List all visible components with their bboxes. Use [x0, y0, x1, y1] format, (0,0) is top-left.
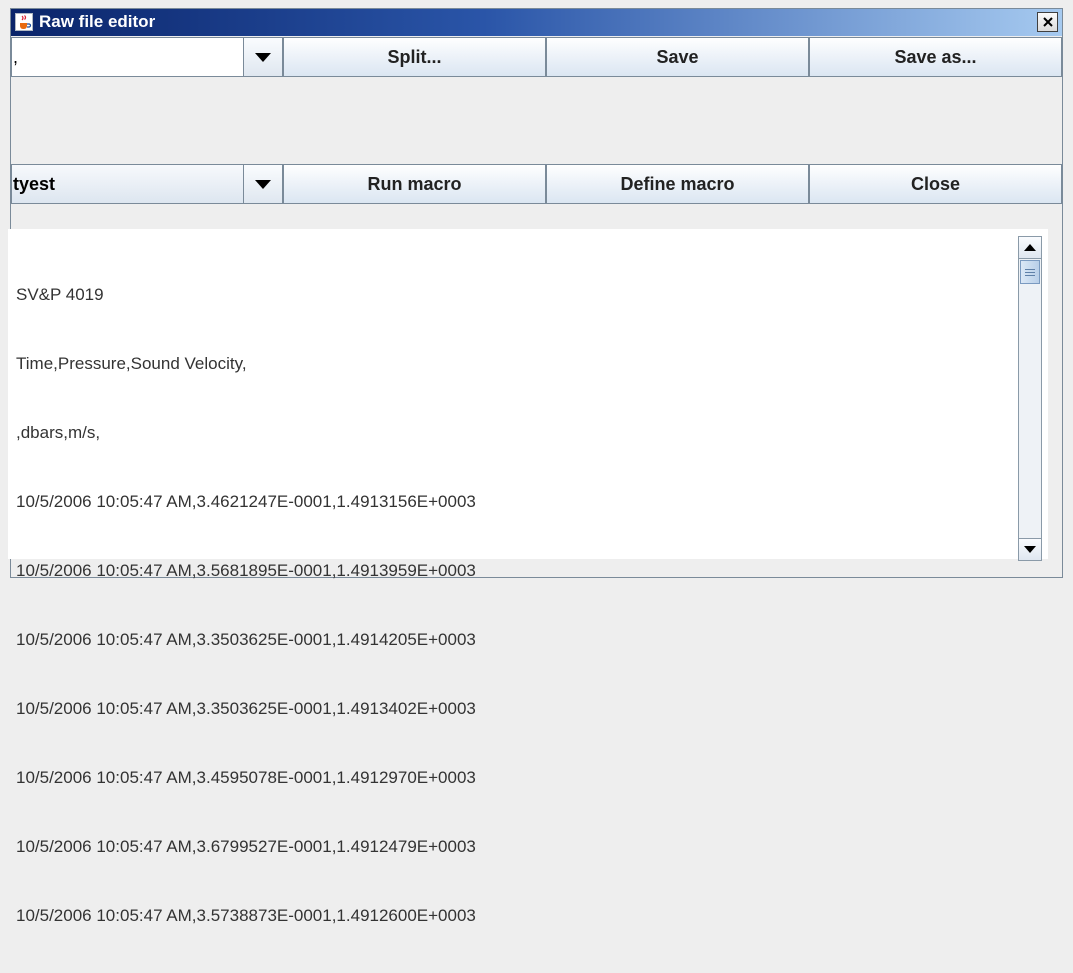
scroll-thumb[interactable]: [1020, 260, 1040, 284]
macro-toolbar: tyest Run macro Define macro Close: [11, 164, 1062, 204]
chevron-down-icon: [255, 52, 271, 62]
editor-line: ,dbars,m/s,: [16, 423, 101, 442]
editor-line: 10/5/2006 10:05:47 AM,3.5738873E-0001,1.…: [16, 906, 476, 925]
grip-line: [1025, 274, 1035, 276]
vertical-scrollbar[interactable]: [1018, 236, 1042, 561]
java-cup-icon: [15, 13, 33, 31]
define-macro-button[interactable]: Define macro: [546, 164, 809, 204]
grip-line: [1025, 271, 1035, 273]
editor-line: 10/5/2006 10:05:47 AM,3.4621247E-0001,1.…: [16, 492, 476, 511]
raw-text-editor[interactable]: SV&P 4019 Time,Pressure,Sound Velocity, …: [8, 229, 1048, 925]
delimiter-dropdown-button[interactable]: [243, 38, 282, 76]
arrow-down-icon: [1024, 546, 1036, 553]
grip-line: [1025, 268, 1035, 270]
title-bar[interactable]: Raw file editor: [11, 9, 1062, 36]
close-button[interactable]: Close: [809, 164, 1062, 204]
editor-line: 10/5/2006 10:05:47 AM,3.5681895E-0001,1.…: [16, 561, 476, 580]
editor-line: SV&P 4019: [16, 285, 104, 304]
editor-line: Time,Pressure,Sound Velocity,: [16, 354, 247, 373]
close-icon: [1042, 17, 1053, 27]
close-window-button[interactable]: [1037, 12, 1058, 32]
delimiter-combo[interactable]: [11, 37, 283, 77]
macro-combo[interactable]: tyest: [11, 164, 283, 204]
editor-line: 10/5/2006 10:05:47 AM,3.6799527E-0001,1.…: [16, 837, 476, 856]
save-as-button[interactable]: Save as...: [809, 37, 1062, 77]
editor-line: 10/5/2006 10:05:47 AM,3.3503625E-0001,1.…: [16, 699, 476, 718]
editor-line: 10/5/2006 10:05:47 AM,3.3503625E-0001,1.…: [16, 630, 476, 649]
window-title: Raw file editor: [39, 12, 156, 31]
editor-line: 10/5/2006 10:05:47 AM,3.4595078E-0001,1.…: [16, 768, 476, 787]
run-macro-button[interactable]: Run macro: [283, 164, 546, 204]
file-toolbar: Split... Save Save as...: [11, 37, 1062, 77]
scroll-up-button[interactable]: [1019, 237, 1041, 259]
macro-selected[interactable]: tyest: [12, 165, 244, 203]
macro-dropdown-button[interactable]: [243, 165, 282, 203]
split-button[interactable]: Split...: [283, 37, 546, 77]
chevron-down-icon: [255, 179, 271, 189]
save-button[interactable]: Save: [546, 37, 809, 77]
arrow-up-icon: [1024, 244, 1036, 251]
editor-text[interactable]: SV&P 4019 Time,Pressure,Sound Velocity, …: [16, 237, 1016, 973]
delimiter-input[interactable]: [12, 38, 244, 76]
scroll-down-button[interactable]: [1019, 538, 1041, 560]
